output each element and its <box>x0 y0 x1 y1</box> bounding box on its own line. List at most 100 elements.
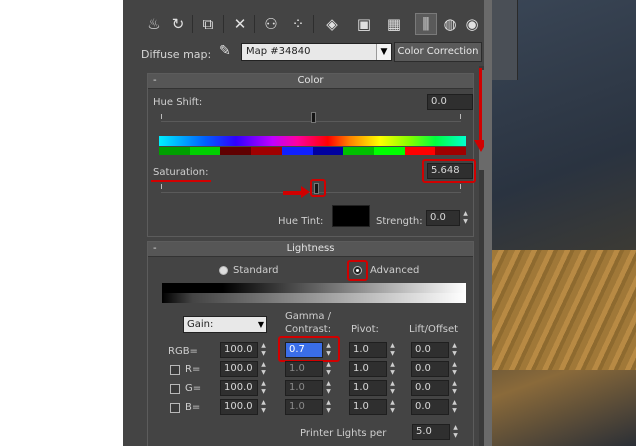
color-rollout-header[interactable]: - Color <box>148 74 473 89</box>
g-gain-field[interactable]: 100.0 <box>220 380 258 396</box>
annotation-arrow-head <box>474 140 484 152</box>
r-lift-spinner[interactable]: ▲ ▼ <box>450 361 459 377</box>
rgb-lift-field[interactable]: 0.0 <box>411 342 449 358</box>
color-rollout: - Color Hue Shift: 0.0 Saturation: 5.648… <box>147 73 476 237</box>
sphere-grid-icon[interactable]: ⁘ <box>287 13 309 35</box>
color-rollout-title: Color <box>297 75 324 86</box>
rgb-pivot-spinner[interactable]: ▲ ▼ <box>388 342 397 358</box>
map-name-value: Map #34840 <box>246 46 311 57</box>
left-edge-strip <box>123 0 137 446</box>
b-gamma-spinner[interactable]: ▲ ▼ <box>324 399 333 415</box>
g-checkbox[interactable] <box>170 384 180 394</box>
slider-tick <box>161 184 162 189</box>
strength-spinner[interactable]: ▲ ▼ <box>461 210 470 226</box>
printer-lights-label: Printer Lights per <box>300 428 387 439</box>
material-id-icon[interactable]: ⚇ <box>260 13 282 35</box>
b-checkbox[interactable] <box>170 403 180 413</box>
r-row-label: R= <box>185 364 201 375</box>
annotation-arrow <box>283 191 303 195</box>
checker-icon[interactable]: ◈ <box>321 13 343 35</box>
preview-icon[interactable]: ▣ <box>353 13 375 35</box>
r-pivot-spinner[interactable]: ▲ ▼ <box>388 361 397 377</box>
background-icon[interactable]: ▦ <box>383 13 405 35</box>
hue-shift-label: Hue Shift: <box>153 97 203 108</box>
toolbar-separator <box>192 15 193 33</box>
b-pivot-field[interactable]: 1.0 <box>349 399 387 415</box>
b-gain-spinner[interactable]: ▲ ▼ <box>259 399 268 415</box>
strength-field[interactable]: 0.0 <box>426 210 460 226</box>
printer-lights-field[interactable]: 5.0 <box>412 424 450 440</box>
hue-shifted-bar <box>159 147 467 155</box>
g-lift-field[interactable]: 0.0 <box>411 380 449 396</box>
r-gain-spinner[interactable]: ▲ ▼ <box>259 361 268 377</box>
lightness-rollout-header[interactable]: - Lightness <box>148 242 473 257</box>
options-icon[interactable]: ◉ <box>461 13 483 35</box>
g-lift-spinner[interactable]: ▲ ▼ <box>450 380 459 396</box>
b-lift-spinner[interactable]: ▲ ▼ <box>450 399 459 415</box>
color-correction-button[interactable]: Color Correction <box>394 42 482 62</box>
standard-radio[interactable] <box>219 266 228 275</box>
hue-tint-swatch[interactable] <box>332 205 370 227</box>
show-map-icon[interactable]: ⫼ <box>415 13 437 35</box>
b-lift-field[interactable]: 0.0 <box>411 399 449 415</box>
standard-label: Standard <box>233 265 279 276</box>
hue-shift-field[interactable]: 0.0 <box>427 94 473 110</box>
teapot-icon[interactable]: ♨ <box>143 13 165 35</box>
annotation-arrow-head <box>301 186 310 198</box>
hue-spectrum-bar <box>159 136 466 146</box>
rgb-row-label: RGB= <box>168 346 198 357</box>
collapse-icon[interactable]: - <box>153 74 157 88</box>
toolbar-separator <box>223 15 224 33</box>
rgb-pivot-field[interactable]: 1.0 <box>349 342 387 358</box>
r-checkbox[interactable] <box>170 365 180 375</box>
r-lift-field[interactable]: 0.0 <box>411 361 449 377</box>
map-row: Diffuse map: ✎ Map #34840 ▼ Color Correc… <box>137 40 484 64</box>
g-row-label: G= <box>185 383 202 394</box>
r-gamma-field[interactable]: 1.0 <box>285 361 323 377</box>
chevron-down-icon: ▼ <box>257 320 264 329</box>
collapse-icon[interactable]: - <box>153 242 157 256</box>
r-pivot-field[interactable]: 1.0 <box>349 361 387 377</box>
b-pivot-spinner[interactable]: ▲ ▼ <box>388 399 397 415</box>
g-gain-spinner[interactable]: ▲ ▼ <box>259 380 268 396</box>
gain-dropdown[interactable]: Gain: ▼ <box>183 316 267 333</box>
g-pivot-spinner[interactable]: ▲ ▼ <box>388 380 397 396</box>
pivot-header: Pivot: <box>351 324 379 335</box>
b-gamma-field[interactable]: 1.0 <box>285 399 323 415</box>
r-gamma-spinner[interactable]: ▲ ▼ <box>324 361 333 377</box>
rgb-gain-field[interactable]: 100.0 <box>220 342 258 358</box>
g-pivot-field[interactable]: 1.0 <box>349 380 387 396</box>
slider-tick <box>161 114 162 119</box>
eyedropper-icon[interactable]: ✎ <box>219 43 237 61</box>
delete-icon[interactable]: ✕ <box>229 13 251 35</box>
saturation-label: Saturation: <box>153 167 209 178</box>
chevron-down-icon: ▼ <box>376 44 391 60</box>
viewport-divider <box>484 0 492 446</box>
rgb-lift-spinner[interactable]: ▲ ▼ <box>450 342 459 358</box>
lightness-rollout: - Lightness Standard Advanced Gain: ▼ Ga… <box>147 241 474 446</box>
printer-lights-spinner[interactable]: ▲ ▼ <box>451 424 460 440</box>
annotation-arrow <box>479 68 482 142</box>
lightness-rollout-title: Lightness <box>286 243 335 254</box>
backlight-icon[interactable]: ◍ <box>439 13 461 35</box>
toolbar-separator <box>313 15 314 33</box>
map-name-dropdown[interactable]: Map #34840 ▼ <box>241 43 392 61</box>
b-row-label: B= <box>185 402 201 413</box>
g-gamma-spinner[interactable]: ▲ ▼ <box>324 380 333 396</box>
hue-shift-slider[interactable] <box>311 112 316 123</box>
diffuse-map-label: Diffuse map: <box>141 48 212 61</box>
g-gamma-field[interactable]: 1.0 <box>285 380 323 396</box>
copy-icon[interactable]: ⧉ <box>197 13 219 35</box>
contrast-header: Contrast: <box>285 324 332 335</box>
advanced-label: Advanced <box>370 265 420 276</box>
material-editor-toolbar: ♨ ↻ ⧉ ✕ ⚇ ⁘ ◈ ▣ ▦ ⫼ ◍ ◉ <box>137 0 484 38</box>
toolbar-separator <box>254 15 255 33</box>
rgb-gain-spinner[interactable]: ▲ ▼ <box>259 342 268 358</box>
viewport-side-panel <box>492 0 518 80</box>
gamma-header: Gamma / <box>285 311 332 322</box>
lift-offset-header: Lift/Offset <box>409 324 459 335</box>
b-gain-field[interactable]: 100.0 <box>220 399 258 415</box>
teapot-swap-icon[interactable]: ↻ <box>167 13 189 35</box>
advanced-annotation-box <box>347 260 368 281</box>
r-gain-field[interactable]: 100.0 <box>220 361 258 377</box>
